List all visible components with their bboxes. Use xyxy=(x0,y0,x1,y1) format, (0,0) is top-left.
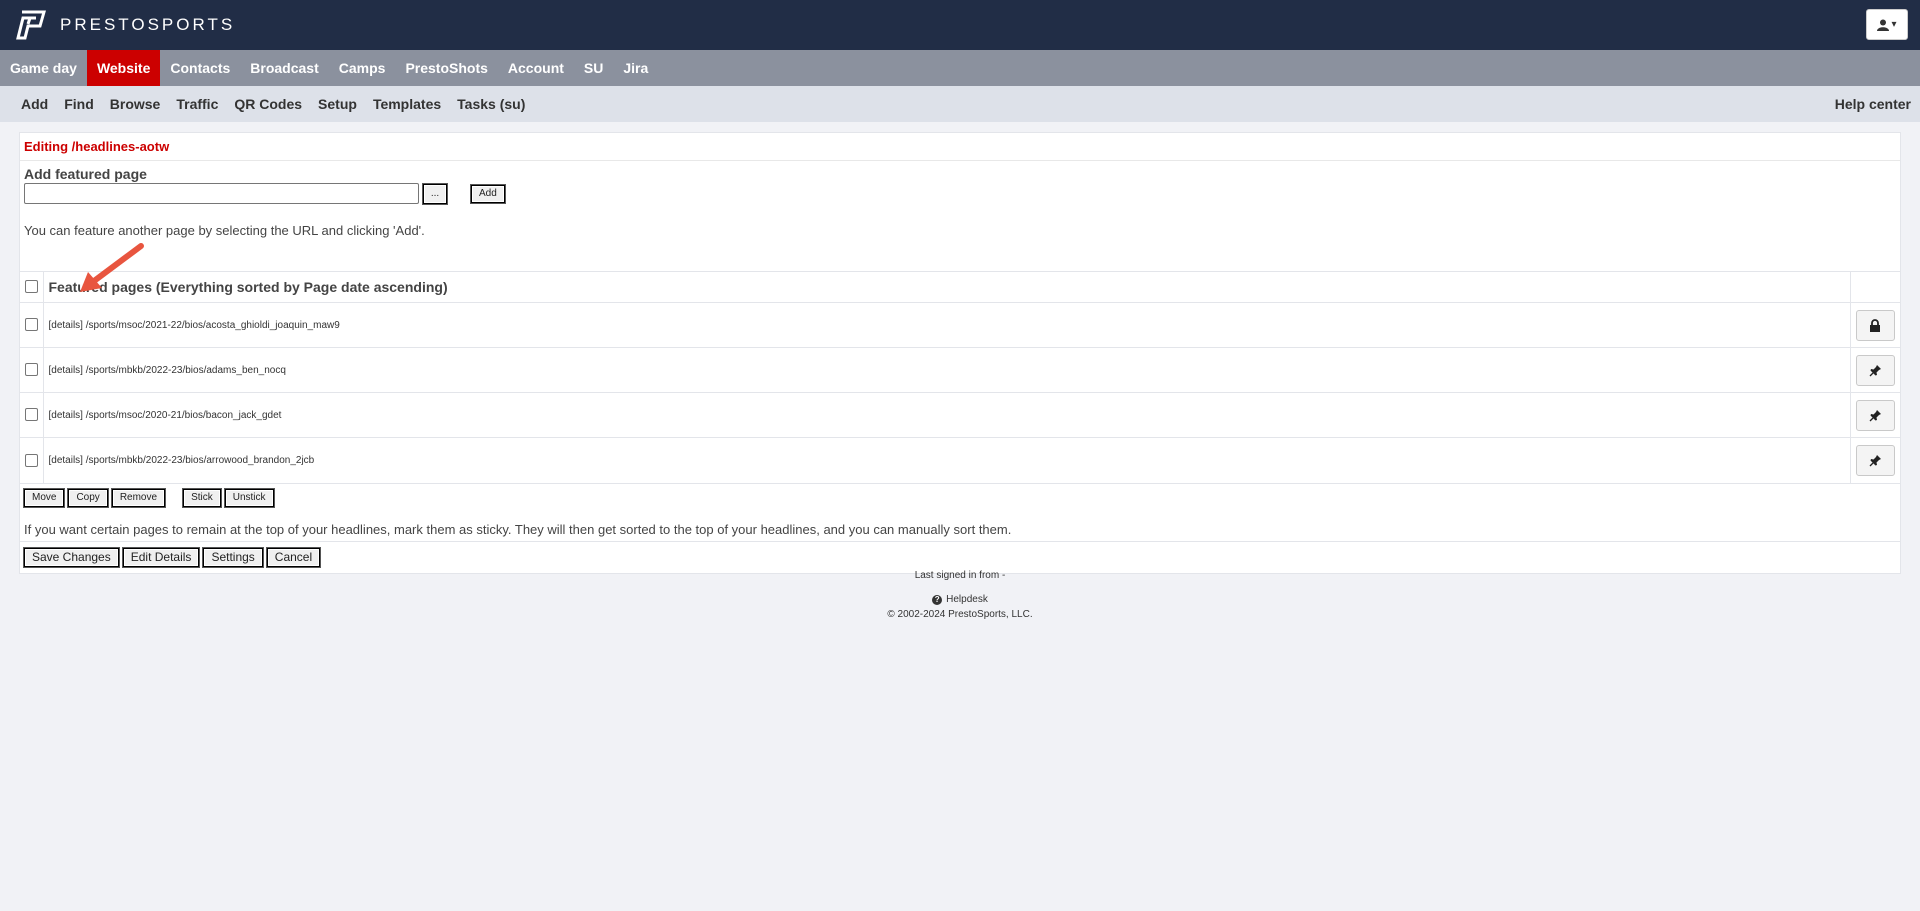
subnav-tasks[interactable]: Tasks (su) xyxy=(449,96,533,112)
edit-panel: Editing /headlines-aotw Add featured pag… xyxy=(19,132,1901,574)
featured-url-input[interactable] xyxy=(24,183,419,204)
add-help-text: You can feature another page by selectin… xyxy=(24,223,425,238)
details-link[interactable]: [details] xyxy=(49,365,83,376)
row-checkbox[interactable] xyxy=(24,363,38,377)
nav-broadcast[interactable]: Broadcast xyxy=(240,50,328,86)
page-footer: Last signed in from - ? Helpdesk © 2002-… xyxy=(0,570,1920,620)
lock-icon xyxy=(1870,318,1881,332)
helpdesk-label: Helpdesk xyxy=(946,594,988,605)
row-checkbox[interactable] xyxy=(24,453,38,467)
helpdesk-link[interactable]: ? Helpdesk xyxy=(932,594,988,605)
main-nav: Game day Website Contacts Broadcast Camp… xyxy=(0,50,1920,86)
subnav-setup[interactable]: Setup xyxy=(310,96,365,112)
bulk-actions: Move Copy Remove Stick Unstick xyxy=(20,482,1900,512)
page-path: /sports/msoc/2021-22/bios/acosta_ghioldi… xyxy=(85,319,340,331)
unstick-button[interactable]: Unstick xyxy=(223,487,275,508)
browse-url-button[interactable]: ... xyxy=(422,182,448,205)
subnav-templates[interactable]: Templates xyxy=(365,96,449,112)
user-icon xyxy=(1877,19,1890,31)
stick-button[interactable] xyxy=(1855,354,1895,386)
details-link[interactable]: [details] xyxy=(49,455,83,466)
panel-title: Editing /headlines-aotw xyxy=(20,133,1900,161)
caret-down-icon: ▾ xyxy=(1891,19,1897,30)
add-featured-label: Add featured page xyxy=(24,166,147,182)
select-all-checkbox[interactable] xyxy=(24,280,38,294)
page-path: /sports/mbkb/2022-23/bios/adams_ben_nocq xyxy=(85,364,286,376)
nav-jira[interactable]: Jira xyxy=(613,50,658,86)
pin-icon xyxy=(1869,409,1881,421)
page-path: /sports/msoc/2020-21/bios/bacon_jack_gde… xyxy=(85,409,282,421)
subnav-find[interactable]: Find xyxy=(56,96,102,112)
settings-button[interactable]: Settings xyxy=(202,546,264,568)
pin-icon xyxy=(1869,454,1881,467)
edit-details-button[interactable]: Edit Details xyxy=(121,546,201,568)
stick-bulk-button[interactable]: Stick xyxy=(182,487,222,508)
locked-button[interactable] xyxy=(1855,309,1895,341)
nav-su[interactable]: SU xyxy=(574,50,613,86)
details-link[interactable]: [details] xyxy=(49,320,83,331)
page-path: /sports/mbkb/2022-23/bios/arrowood_brand… xyxy=(85,454,315,466)
stick-button[interactable] xyxy=(1855,444,1895,476)
sticky-help-text: If you want certain pages to remain at t… xyxy=(20,512,1900,542)
nav-game-day[interactable]: Game day xyxy=(0,50,87,86)
stick-button[interactable] xyxy=(1855,399,1895,431)
remove-button[interactable]: Remove xyxy=(110,487,167,508)
add-featured-row: ... Add xyxy=(24,182,1896,205)
save-changes-button[interactable]: Save Changes xyxy=(23,546,120,568)
table-row: [details] /sports/msoc/2020-21/bios/baco… xyxy=(20,392,1900,438)
cancel-button[interactable]: Cancel xyxy=(265,546,322,568)
copyright: © 2002-2024 PrestoSports, LLC. xyxy=(887,609,1033,620)
help-center-link[interactable]: Help center xyxy=(1835,96,1911,112)
subnav-qr-codes[interactable]: QR Codes xyxy=(226,96,310,112)
move-button[interactable]: Move xyxy=(22,487,66,508)
user-menu-button[interactable]: ▾ xyxy=(1866,9,1908,40)
sub-nav: Add Find Browse Traffic QR Codes Setup T… xyxy=(0,86,1920,122)
nav-account[interactable]: Account xyxy=(498,50,574,86)
form-actions: Save Changes Edit Details Settings Cance… xyxy=(20,542,1900,573)
top-header: PRESTOSPORTS ▾ xyxy=(0,0,1920,50)
details-link[interactable]: [details] xyxy=(49,410,83,421)
featured-pages-heading: Featured pages (Everything sorted by Pag… xyxy=(43,271,1850,303)
row-checkbox[interactable] xyxy=(24,408,38,422)
table-row: [details] /sports/msoc/2021-22/bios/acos… xyxy=(20,302,1900,348)
last-signed-in: Last signed in from - xyxy=(914,570,1006,581)
nav-prestoshots[interactable]: PrestoShots xyxy=(395,50,497,86)
question-circle-icon: ? xyxy=(932,594,943,605)
table-row: [details] /sports/mbkb/2022-23/bios/adam… xyxy=(20,347,1900,393)
copy-button[interactable]: Copy xyxy=(67,487,109,508)
nav-website[interactable]: Website xyxy=(86,50,161,86)
nav-camps[interactable]: Camps xyxy=(329,50,396,86)
nav-contacts[interactable]: Contacts xyxy=(160,50,240,86)
subnav-browse[interactable]: Browse xyxy=(102,96,169,112)
table-header: Featured pages (Everything sorted by Pag… xyxy=(20,271,1900,303)
add-featured-section: Add featured page ... Add You can featur… xyxy=(20,161,1900,271)
add-featured-button[interactable]: Add xyxy=(470,183,506,204)
subnav-traffic[interactable]: Traffic xyxy=(168,96,226,112)
row-checkbox[interactable] xyxy=(24,318,38,332)
brand-name: PRESTOSPORTS xyxy=(60,15,236,34)
featured-pages-table: Featured pages (Everything sorted by Pag… xyxy=(20,271,1900,483)
prestosports-logo[interactable]: PRESTOSPORTS xyxy=(14,10,235,40)
pin-icon xyxy=(1869,364,1881,376)
prestosports-logo-icon xyxy=(16,10,46,40)
table-row: [details] /sports/mbkb/2022-23/bios/arro… xyxy=(20,437,1900,483)
subnav-add[interactable]: Add xyxy=(13,96,56,112)
